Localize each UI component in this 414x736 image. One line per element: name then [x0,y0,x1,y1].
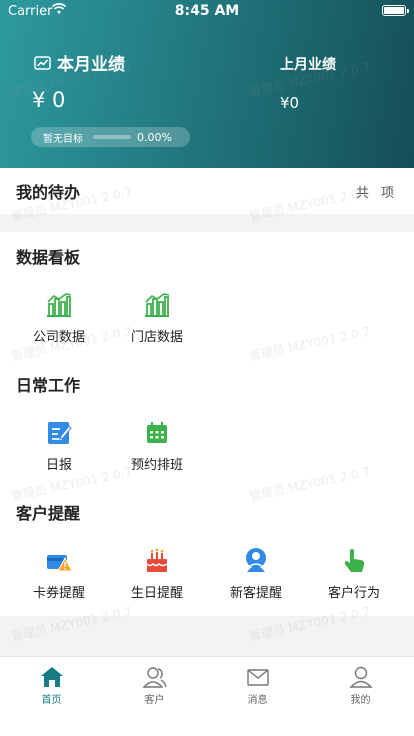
customer-behavior-label: 客户行为 [327,586,380,601]
profile-icon [348,666,373,688]
target-percent: 0.00% [137,130,172,144]
month-title-label: 本月业绩 [57,55,125,75]
message-icon [246,669,269,686]
customer-behavior-button[interactable]: 客户行为 [314,546,394,601]
new-customer-reminder-button[interactable]: 新客提醒 [216,546,296,601]
birthday-cake-icon [146,548,168,572]
new-customer-reminder-label: 新客提醒 [229,586,282,601]
tab-messages[interactable]: 消息 [206,665,309,706]
edit-report-icon [48,422,72,444]
todo-title: 我的待办 [16,183,81,202]
performance-header: Carrier 8:45 AM 本月业绩 ¥ 0 上月业绩 ¥0 暂无目标 0.… [0,0,414,168]
month-performance-title[interactable]: 本月业绩 [34,50,125,75]
tab-profile[interactable]: 我的 [309,665,412,706]
card-warning-icon [47,555,73,572]
tab-customers[interactable]: 客户 [103,665,206,706]
todo-count: 共 项 [355,185,398,201]
store-data-label: 门店数据 [130,330,183,345]
daily-report-label: 日报 [45,458,72,473]
birthday-reminder-label: 生日提醒 [130,586,183,601]
todo-row[interactable]: 我的待办 共 项 [0,168,414,214]
pointer-hand-icon [344,549,365,572]
tab-bar: 首页 客户 消息 我的 [0,656,414,716]
appointment-schedule-button[interactable]: 预约排班 [117,418,197,473]
bar-chart-icon [145,293,170,317]
last-month-title: 上月业绩 [280,57,336,73]
birthday-reminder-button[interactable]: 生日提醒 [117,546,197,601]
status-bar: Carrier 8:45 AM [0,0,414,22]
company-data-label: 公司数据 [32,330,85,345]
target-progress-bar [93,135,131,139]
tab-profile-label: 我的 [350,695,371,706]
section-title-dashboard: 数据看板 [16,248,81,267]
home-icon [40,667,63,687]
function-panel: 数据看板 公司数据 门店数据 日常工作 日报 预约排班 客户提醒 卡券提醒 生日… [0,232,414,616]
clock: 8:45 AM [174,3,240,19]
daily-report-button[interactable]: 日报 [19,418,99,473]
calendar-icon [147,422,167,443]
card-reminder-button[interactable]: 卡券提醒 [19,546,99,601]
tab-home-label: 首页 [41,695,62,706]
card-reminder-label: 卡券提醒 [32,586,85,601]
month-performance-value: ¥ 0 [32,88,66,112]
last-month-value: ¥0 [280,94,300,112]
bar-chart-icon [47,293,72,317]
company-data-button[interactable]: 公司数据 [19,290,99,345]
customers-icon [141,667,167,688]
tab-home[interactable]: 首页 [0,665,103,706]
appointment-schedule-label: 预约排班 [130,458,183,473]
target-progress[interactable]: 暂无目标 0.00% [31,127,190,147]
section-title-daily: 日常工作 [16,376,81,395]
new-customer-icon [246,548,266,572]
tab-messages-label: 消息 [247,695,268,706]
section-title-reminders: 客户提醒 [16,504,81,523]
battery-icon [382,5,409,16]
tab-customers-label: 客户 [144,695,165,706]
trend-chart-icon [34,55,51,70]
target-label: 暂无目标 [43,133,83,145]
store-data-button[interactable]: 门店数据 [117,290,197,345]
home-indicator-area [0,716,414,736]
